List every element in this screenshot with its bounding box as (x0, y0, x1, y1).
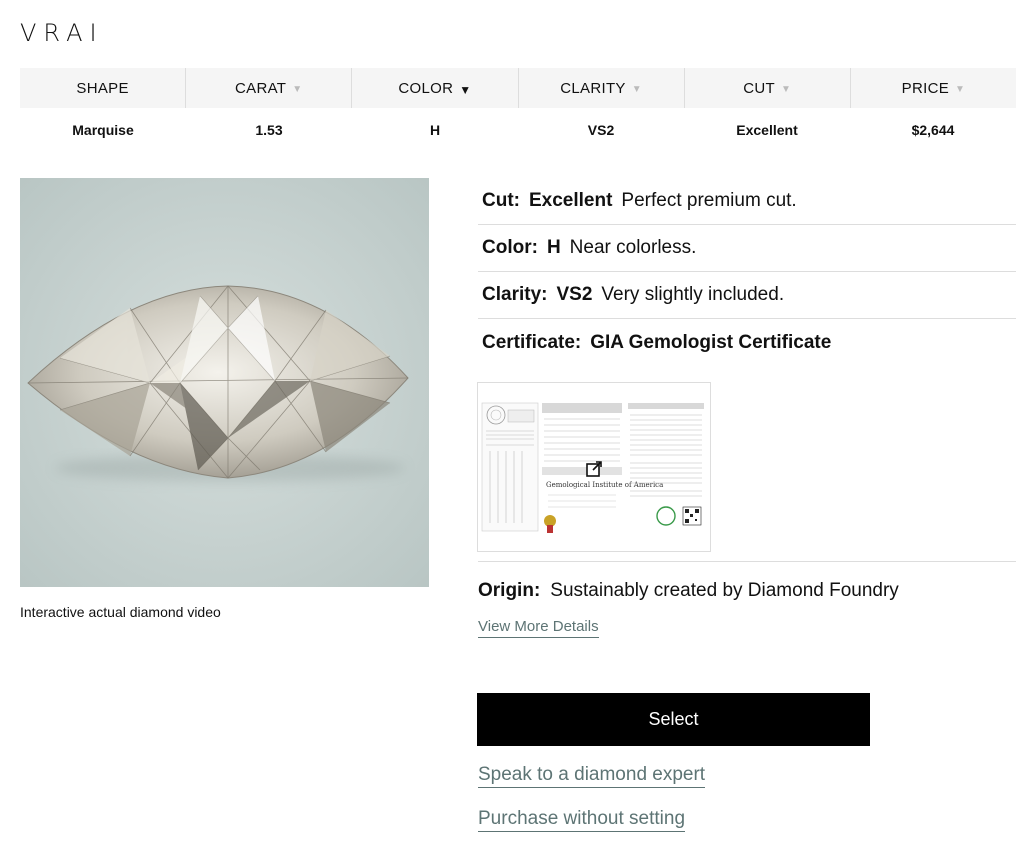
spec-color-desc: Near colorless. (569, 237, 697, 258)
sort-arrow-icon: ▼ (781, 84, 792, 95)
diamond-specs: Cut: Excellent Perfect premium cut. Colo… (478, 178, 1016, 366)
spec-cut-desc: Perfect premium cut. (621, 190, 797, 211)
cell-color: H (429, 122, 441, 138)
spec-certificate-value: GIA Gemologist Certificate (590, 331, 832, 353)
filter-header-row: SHAPE CARAT ▼ COLOR ▼ CLARITY ▼ CUT ▼ PR… (20, 68, 1016, 108)
cell-clarity: VS2 (587, 122, 615, 138)
spec-clarity-label: Clarity: (482, 284, 548, 305)
spec-certificate-label: Certificate: (482, 331, 582, 353)
sort-clarity[interactable]: CLARITY ▼ (519, 68, 685, 108)
spec-clarity-value: VS2 (556, 284, 593, 305)
sort-carat[interactable]: CARAT ▼ (186, 68, 353, 108)
svg-text:Gemological Institute of Ameri: Gemological Institute of America (546, 481, 663, 489)
media-caption: Interactive actual diamond video (20, 604, 221, 620)
sort-cut-label: CUT (743, 79, 776, 97)
spec-cut: Cut: Excellent Perfect premium cut. (478, 178, 1016, 225)
spec-color-label: Color: (482, 237, 538, 258)
spec-color: Color: H Near colorless. (478, 225, 1016, 272)
origin-value: Sustainably created by Diamond Foundry (550, 580, 899, 601)
spec-clarity: Clarity: VS2 Very slightly included. (478, 272, 1016, 319)
sort-shape[interactable]: SHAPE (20, 68, 187, 108)
spec-color-value: H (546, 237, 561, 258)
cell-carat: 1.53 (255, 122, 283, 138)
sort-arrow-icon: ▼ (292, 84, 303, 95)
view-more-details-link[interactable]: View More Details (478, 618, 599, 638)
cell-shape: Marquise (72, 122, 134, 138)
purchase-without-setting-link[interactable]: Purchase without setting (478, 808, 686, 832)
spec-cut-value: Excellent (528, 190, 613, 211)
sort-cut[interactable]: CUT ▼ (685, 68, 851, 108)
sort-arrow-icon: ▼ (955, 84, 966, 95)
spec-clarity-desc: Very slightly included. (601, 284, 785, 305)
sort-clarity-label: CLARITY (560, 79, 626, 97)
sort-carat-label: CARAT (235, 79, 287, 97)
sort-shape-label: SHAPE (76, 79, 129, 97)
sort-arrow-icon: ▼ (631, 84, 642, 95)
spec-certificate: Certificate: GIA Gemologist Certificate (478, 319, 1016, 366)
cell-cut: Excellent (736, 122, 798, 138)
divider (478, 561, 1016, 562)
vrai-logo[interactable]: VRAI (20, 19, 104, 47)
cell-price: $2,644 (911, 122, 955, 138)
diamond-video-viewer[interactable] (20, 178, 429, 587)
origin-label: Origin: (478, 580, 541, 601)
sort-price[interactable]: PRICE ▼ (851, 68, 1016, 108)
spec-cut-label: Cut: (482, 190, 520, 211)
logo-text: VRAI (20, 19, 104, 47)
origin-row: Origin: Sustainably created by Diamond F… (478, 580, 899, 602)
external-link-icon[interactable] (585, 460, 603, 478)
select-button[interactable]: Select (477, 693, 870, 746)
sort-arrow-active-icon: ▼ (459, 82, 472, 97)
sort-color[interactable]: COLOR ▼ (352, 68, 519, 108)
diamond-image (20, 178, 429, 587)
diamond-summary-row[interactable]: Marquise 1.53 H VS2 Excellent $2,644 (20, 110, 1016, 150)
speak-to-expert-link[interactable]: Speak to a diamond expert (478, 764, 706, 788)
sort-color-label: COLOR (398, 79, 454, 97)
sort-price-label: PRICE (901, 79, 950, 97)
